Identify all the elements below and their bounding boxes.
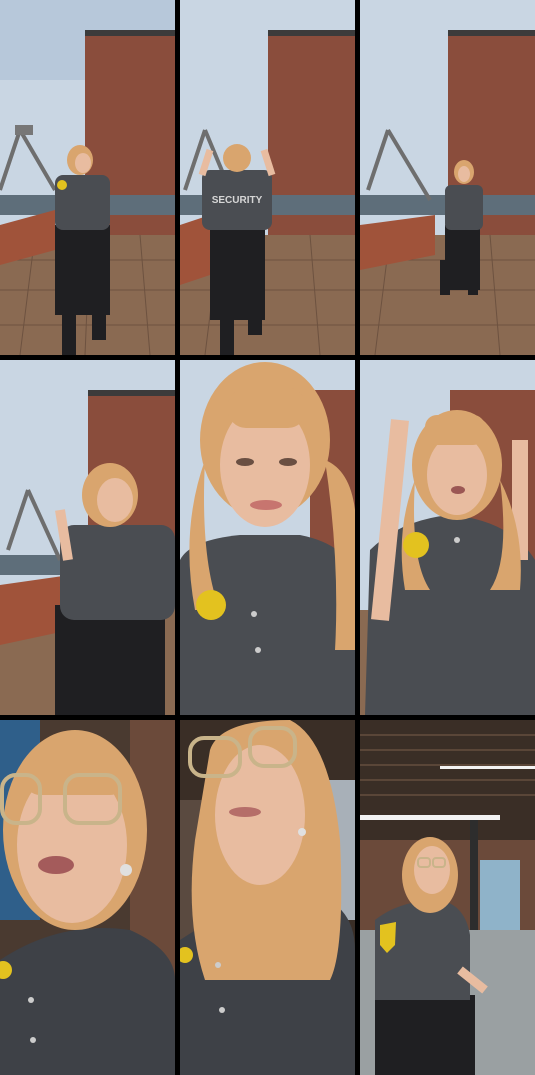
frame-8-image bbox=[180, 720, 355, 1075]
frame-9-indoor-lobby-pose bbox=[360, 720, 535, 1075]
frame-8-indoor-low-angle bbox=[180, 720, 355, 1075]
frame-6-closeup-hands-up bbox=[360, 360, 535, 715]
frame-5-closeup-face bbox=[180, 360, 355, 715]
frame-1-rooftop-dancing bbox=[0, 0, 175, 355]
frame-2-image: SECURITY bbox=[180, 0, 355, 355]
frame-4-image bbox=[0, 360, 175, 715]
frame-7-indoor-closeup-glasses bbox=[0, 720, 175, 1075]
frame-6-image bbox=[360, 360, 535, 715]
frame-4-rooftop-wave bbox=[0, 360, 175, 715]
frame-3-image bbox=[360, 0, 535, 355]
security-print: SECURITY bbox=[212, 195, 263, 206]
photo-collage-grid: SECURITY bbox=[0, 0, 535, 1075]
frame-2-rooftop-back-view: SECURITY bbox=[180, 0, 355, 355]
frame-3-rooftop-standing bbox=[360, 0, 535, 355]
frame-5-image bbox=[180, 360, 355, 715]
frame-1-image bbox=[0, 0, 175, 355]
frame-7-image bbox=[0, 720, 175, 1075]
frame-9-image bbox=[360, 720, 535, 1075]
